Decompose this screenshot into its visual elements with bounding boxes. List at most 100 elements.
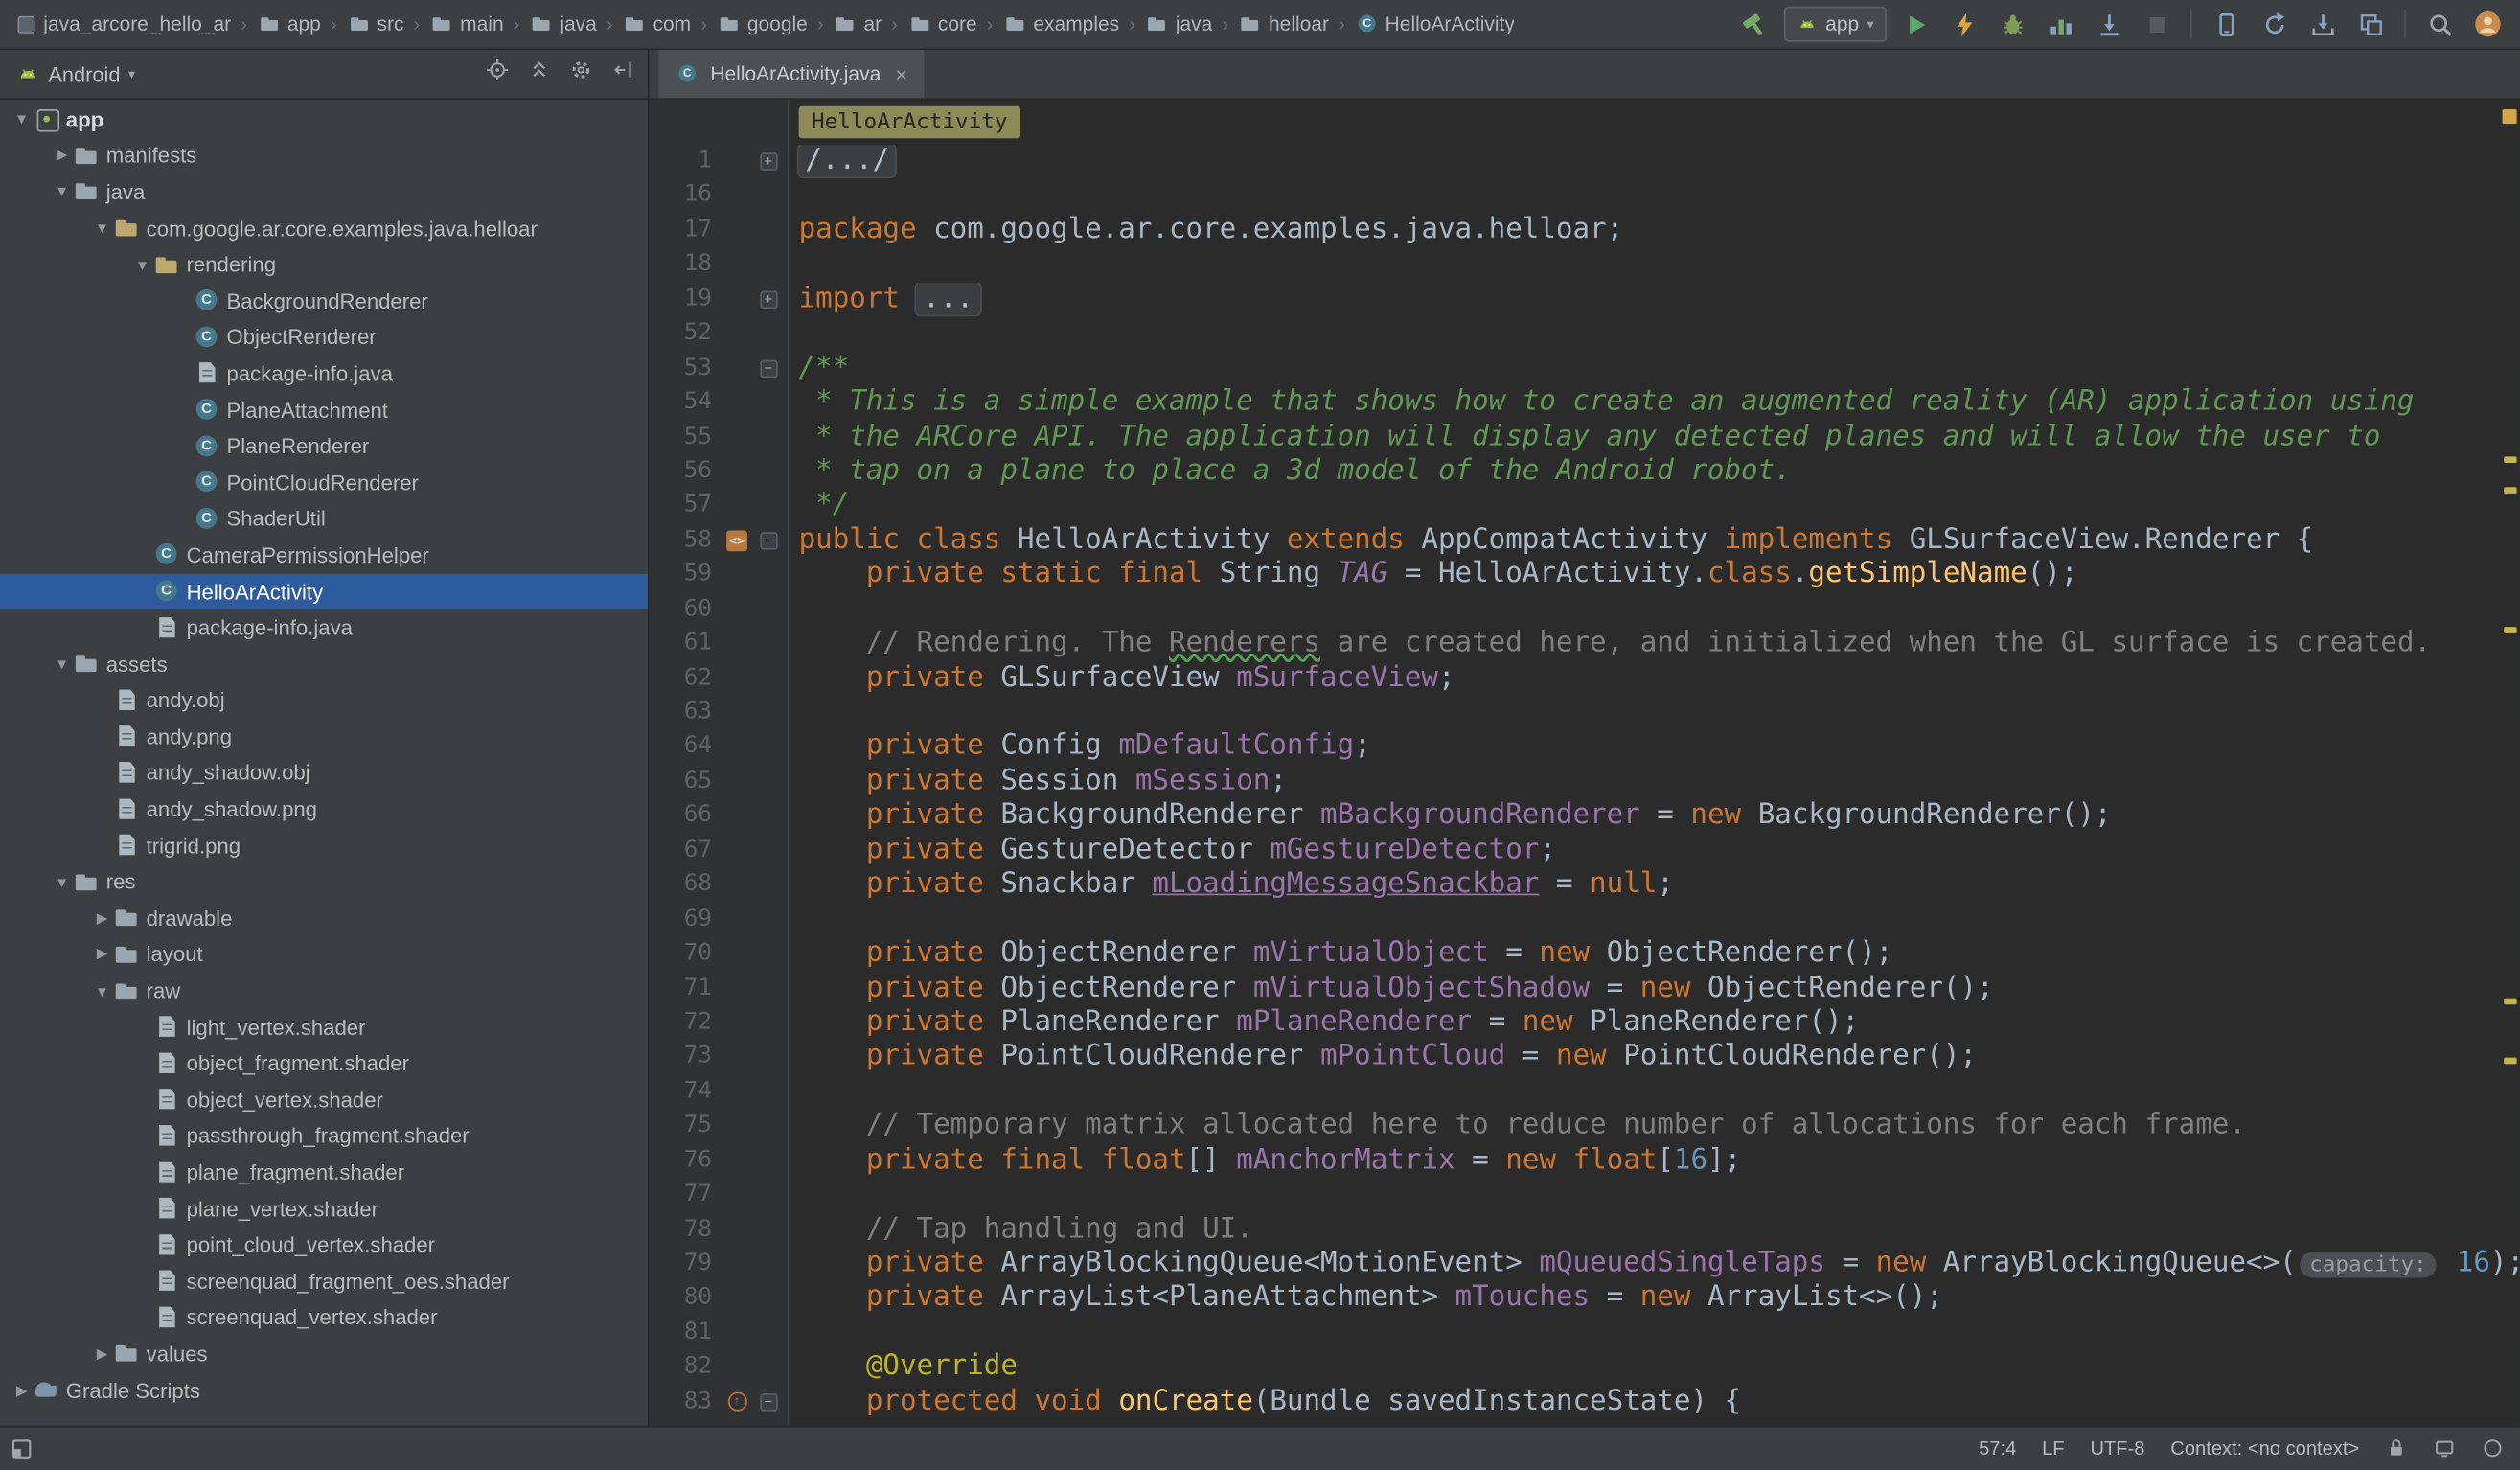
tree-item-plane_vertex.shader[interactable]: plane_vertex.shader [0,1191,648,1228]
tree-item-object_fragment.shader[interactable]: object_fragment.shader [0,1045,648,1082]
context-indicator[interactable]: Context: <no context> [2170,1437,2359,1459]
line-number[interactable]: 82 [650,1350,721,1385]
breadcrumb-com[interactable]: com [623,11,691,37]
line-number[interactable]: 58 [650,523,721,558]
line-number[interactable]: 69 [650,903,721,937]
toolwindow-toggle-icon[interactable] [10,1436,34,1460]
code-area[interactable]: 1+/.../1617package com.google.ar.core.ex… [650,145,2520,1419]
code-line-73[interactable]: 73 private PointCloudRenderer mPointClou… [650,1041,2520,1075]
code-line-52[interactable]: 52 [650,317,2520,352]
line-number[interactable]: 75 [650,1110,721,1144]
file-encoding[interactable]: UTF-8 [2090,1437,2144,1459]
code-line-18[interactable]: 18 [650,248,2520,283]
tree-item-Gradle Scripts[interactable]: ▶Gradle Scripts [0,1372,648,1409]
expanded-arrow-icon[interactable]: ▼ [10,111,34,127]
device-manager-icon[interactable] [2207,5,2245,43]
code-line-68[interactable]: 68 private Snackbar mLoadingMessageSnack… [650,868,2520,903]
attach-debugger-icon[interactable] [2089,5,2127,43]
collapsed-arrow-icon[interactable]: ▶ [90,1345,114,1363]
code-line-64[interactable]: 64 private Config mDefaultConfig; [650,730,2520,765]
breadcrumb-HelloArActivity[interactable]: HelloArActivity [1355,11,1515,37]
line-number[interactable]: 18 [650,248,721,283]
code-line-66[interactable]: 66 private BackgroundRenderer mBackgroun… [650,799,2520,834]
breadcrumb-java[interactable]: java [1145,11,1212,37]
line-number[interactable]: 68 [650,868,721,903]
tree-item-PointCloudRenderer[interactable]: PointCloudRenderer [0,465,648,501]
line-number[interactable]: 57 [650,490,721,524]
fold-marker[interactable]: + [760,291,777,309]
breadcrumb-google[interactable]: google [717,11,808,37]
code-line-61[interactable]: 61 // Rendering. The Renderers are creat… [650,627,2520,661]
line-number[interactable]: 52 [650,317,721,352]
warning-mark[interactable] [2504,456,2516,463]
code-line-71[interactable]: 71 private ObjectRenderer mVirtualObject… [650,972,2520,1006]
tab-close-icon[interactable]: × [895,62,907,86]
line-number[interactable]: 81 [650,1316,721,1350]
tree-item-drawable[interactable]: ▶drawable [0,900,648,936]
tree-item-assets[interactable]: ▼assets [0,646,648,682]
breadcrumb-main[interactable]: main [429,11,503,37]
code-line-78[interactable]: 78 // Tap handling and UI. [650,1213,2520,1248]
tree-item-CameraPermissionHelper[interactable]: CameraPermissionHelper [0,537,648,573]
warning-mark[interactable] [2504,1058,2516,1065]
code-line-16[interactable]: 16 [650,179,2520,214]
tab-helloaractivity-java[interactable]: HelloArActivity.java × [659,50,926,98]
tree-item-java[interactable]: ▼java [0,173,648,210]
code-line-72[interactable]: 72 private PlaneRenderer mPlaneRenderer … [650,1006,2520,1041]
code-line-76[interactable]: 76 private final float[] mAnchorMatrix =… [650,1144,2520,1179]
user-avatar[interactable] [2468,5,2507,43]
breadcrumb-app[interactable]: app [257,11,321,37]
code-line-79[interactable]: 79 private ArrayBlockingQueue<MotionEven… [650,1248,2520,1282]
line-number[interactable]: 79 [650,1248,721,1282]
tree-item-andy.png[interactable]: andy.png [0,719,648,755]
tree-item-light_vertex.shader[interactable]: light_vertex.shader [0,1009,648,1045]
code-line-74[interactable]: 74 [650,1075,2520,1110]
line-number[interactable]: 1 [650,145,721,179]
screen-icon[interactable] [2433,1437,2455,1459]
collapsed-arrow-icon[interactable]: ▶ [50,147,74,164]
line-number[interactable]: 83 [650,1385,721,1419]
line-number[interactable]: 67 [650,834,721,868]
settings-gear-icon[interactable] [569,57,593,90]
tree-item-app[interactable]: ▼app [0,102,648,138]
breadcrumb-java[interactable]: java [529,11,596,37]
breadcrumb-src[interactable]: src [347,11,404,37]
sdk-manager-icon[interactable] [2303,5,2342,43]
collapsed-arrow-icon[interactable]: ▶ [10,1382,34,1399]
code-line-75[interactable]: 75 // Temporary matrix allocated here to… [650,1110,2520,1144]
code-line-81[interactable]: 81 [650,1316,2520,1350]
tree-item-BackgroundRenderer[interactable]: BackgroundRenderer [0,283,648,319]
line-number[interactable]: 55 [650,421,721,455]
code-line-55[interactable]: 55 * the ARCore API. The application wil… [650,421,2520,455]
expanded-arrow-icon[interactable]: ▼ [50,874,74,890]
warning-mark[interactable] [2504,487,2516,494]
warning-mark[interactable] [2504,998,2516,1004]
fold-marker[interactable]: − [760,359,777,377]
layout-inspector-icon[interactable] [2351,5,2390,43]
line-number[interactable]: 77 [650,1179,721,1213]
code-line-1[interactable]: 1+/.../ [650,145,2520,179]
fold-marker[interactable]: + [760,153,777,171]
line-number[interactable]: 66 [650,799,721,834]
inspection-indicator[interactable] [2503,109,2517,124]
collapse-all-icon[interactable] [527,57,551,90]
run-configuration-select[interactable]: app ▾ [1784,7,1888,42]
line-number[interactable]: 16 [650,179,721,214]
line-number[interactable]: 65 [650,765,721,799]
expanded-arrow-icon[interactable]: ▼ [130,257,154,273]
warning-mark[interactable] [2504,628,2516,634]
tree-item-rendering[interactable]: ▼rendering [0,246,648,283]
line-number[interactable]: 78 [650,1213,721,1248]
tree-item-trigrid.png[interactable]: trigrid.png [0,828,648,864]
breadcrumb-core[interactable]: core [907,11,977,37]
code-line-58[interactable]: 58<>−public class HelloArActivity extend… [650,523,2520,558]
line-number[interactable]: 59 [650,558,721,592]
build-hammer-icon[interactable] [1735,5,1774,43]
tree-item-layout[interactable]: ▶layout [0,936,648,973]
code-line-59[interactable]: 59 private static final String TAG = Hel… [650,558,2520,592]
code-line-67[interactable]: 67 private GestureDetector mGestureDetec… [650,834,2520,868]
breadcrumb-java_arcore_hello_ar[interactable]: java_arcore_hello_ar [12,11,231,37]
caret-position[interactable]: 57:4 [1979,1437,2016,1459]
breadcrumb-current-class[interactable]: HelloArActivity [799,106,1020,139]
tree-item-com.google.ar.core.examples.java.helloar[interactable]: ▼com.google.ar.core.examples.java.helloa… [0,210,648,246]
